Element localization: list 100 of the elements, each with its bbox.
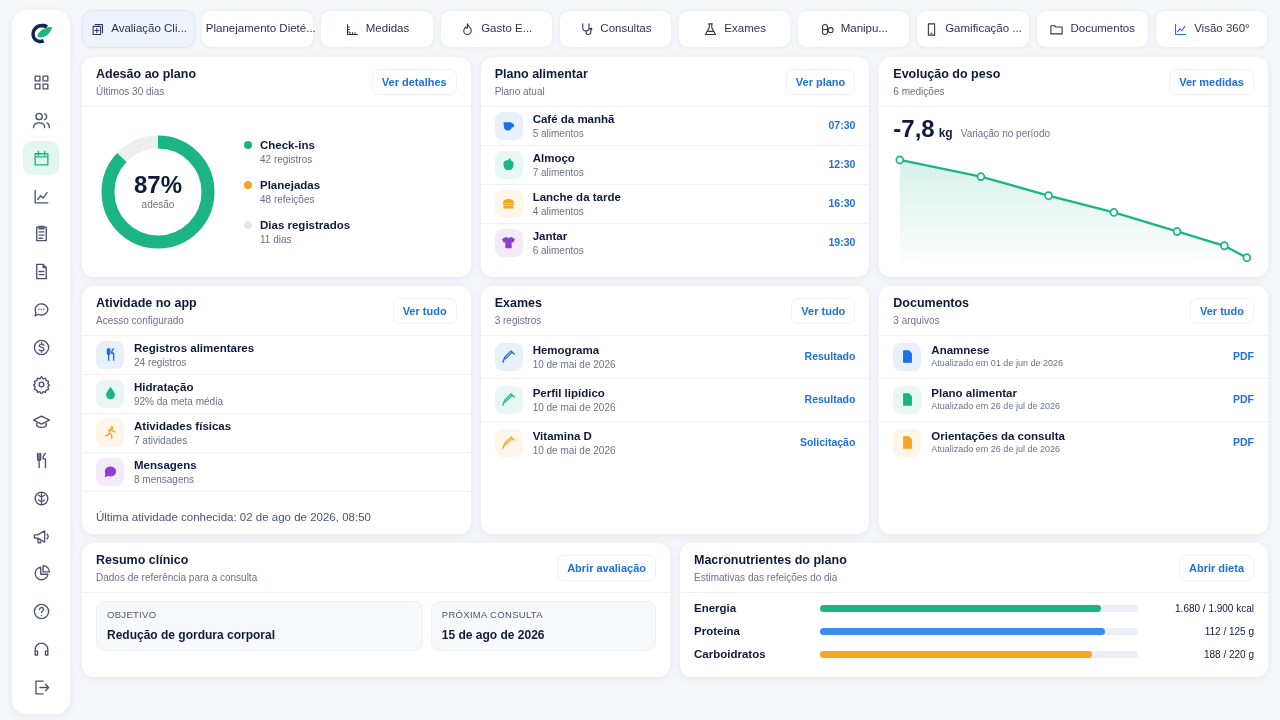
weight-unit: kg bbox=[938, 124, 953, 142]
card-subtitle: Dados de referência para a consulta bbox=[96, 570, 258, 585]
exam-date: 10 de mai de 2026 bbox=[532, 443, 616, 457]
activity-name: Atividades físicas bbox=[134, 418, 232, 434]
tab[interactable]: Planejamento Dieté... bbox=[201, 10, 315, 48]
tab[interactable]: Gasto E... bbox=[439, 10, 553, 48]
macro-reading: 188 / 220 g bbox=[1202, 647, 1254, 661]
action-button[interactable]: Abrir avaliação bbox=[557, 554, 656, 582]
tab[interactable]: Exames bbox=[678, 10, 792, 48]
field-label: OBJETIVO bbox=[107, 607, 158, 622]
meal-time: 19:30 bbox=[828, 234, 856, 250]
users-icon bbox=[31, 111, 51, 130]
tab[interactable]: Manipu... bbox=[797, 10, 911, 48]
data-point bbox=[1044, 191, 1054, 200]
legend-label: Check-ins bbox=[260, 137, 315, 153]
document-updated: Atualizado em 26 de jul de 2026 bbox=[931, 444, 1061, 457]
action-button[interactable]: Ver tudo bbox=[791, 297, 856, 325]
field-label: PRÓXIMA CONSULTA bbox=[441, 607, 544, 622]
exam-link[interactable]: Solicitação bbox=[799, 434, 856, 451]
tab[interactable]: Avaliação Cli... bbox=[82, 10, 196, 48]
tab[interactable]: Medidas bbox=[320, 10, 434, 48]
document-updated: Atualizado em 26 de jul de 2026 bbox=[931, 401, 1060, 414]
document-name: Plano alimentar bbox=[931, 386, 1018, 402]
pdf-link[interactable]: PDF bbox=[1233, 348, 1254, 365]
action-button[interactable]: Ver tudo bbox=[392, 297, 457, 325]
meal-detail: 4 alimentos bbox=[532, 204, 585, 218]
percent-label: adesão bbox=[140, 197, 176, 212]
flask-icon bbox=[703, 21, 719, 37]
meal-detail: 5 alimentos bbox=[532, 126, 585, 140]
meal-detail: 6 alimentos bbox=[532, 243, 584, 257]
activity-detail: 24 registros bbox=[134, 355, 188, 369]
action-button[interactable]: Ver tudo bbox=[1189, 297, 1254, 325]
activity-name: Mensagens bbox=[134, 457, 197, 473]
exam-name: Perfil lipídico bbox=[532, 385, 606, 401]
card-title: Atividade no app bbox=[96, 295, 197, 312]
card-title: Plano alimentar bbox=[494, 66, 588, 83]
action-button[interactable]: Abrir dieta bbox=[1179, 554, 1254, 582]
exam-date: 10 de mai de 2026 bbox=[532, 357, 616, 371]
meal-name: Jantar bbox=[532, 228, 569, 244]
calendar-icon bbox=[31, 148, 51, 168]
last-activity-text: Última atividade conhecida: 02 de ago de 2026, 08:50 bbox=[95, 509, 372, 525]
exam-link[interactable]: Resultado bbox=[804, 348, 856, 365]
meal-time: 12:30 bbox=[828, 156, 856, 172]
data-point bbox=[895, 155, 905, 165]
data-point bbox=[1110, 207, 1119, 217]
activity-name: Registros alimentares bbox=[134, 340, 255, 356]
exam-link[interactable]: Resultado bbox=[804, 391, 856, 408]
macro-reading: 112 / 125 g bbox=[1203, 624, 1254, 638]
help-icon bbox=[31, 602, 51, 622]
pills-icon bbox=[819, 21, 835, 37]
card-title: Resumo clínico bbox=[96, 552, 190, 569]
card-subtitle: Acesso configurado bbox=[96, 313, 185, 328]
settings-icon bbox=[31, 375, 51, 395]
percent-value: 87% bbox=[134, 172, 182, 197]
data-point bbox=[977, 171, 986, 181]
dollar-icon bbox=[31, 337, 51, 357]
card-subtitle: Últimos 30 dias bbox=[96, 84, 166, 99]
ruler-icon bbox=[344, 21, 360, 37]
activity-detail: 92% da meta média bbox=[134, 394, 223, 408]
action-button[interactable]: Ver detalhes bbox=[371, 68, 457, 96]
document-updated: Atualizado em 01 de jun de 2026 bbox=[931, 358, 1063, 371]
meal-time: 07:30 bbox=[828, 117, 856, 133]
headset-icon bbox=[31, 639, 51, 659]
macro-name: Carboidratos bbox=[694, 646, 767, 662]
weight-change: -7,8 bbox=[893, 116, 935, 141]
stethoscope-icon bbox=[579, 21, 595, 37]
legend-detail: 42 registros bbox=[260, 152, 314, 166]
exam-name: Vitamina D bbox=[532, 428, 593, 444]
clipboard-plus-icon bbox=[90, 21, 106, 37]
card-subtitle: Estimativas das refeições do dia bbox=[694, 570, 839, 585]
card-title: Macronutrientes do plano bbox=[694, 552, 847, 569]
legend-detail: 48 refeições bbox=[260, 192, 316, 206]
ring-track bbox=[117, 135, 159, 163]
legend-detail: 11 dias bbox=[260, 232, 293, 246]
card-title: Evolução do peso bbox=[893, 66, 1001, 83]
tab[interactable]: Gamificação ... bbox=[916, 10, 1030, 48]
exam-name: Hemograma bbox=[532, 342, 601, 358]
change-label: Variação no período bbox=[960, 126, 1051, 141]
macro-name: Energia bbox=[694, 600, 738, 616]
tab[interactable]: Consultas bbox=[558, 10, 672, 48]
data-point bbox=[1173, 226, 1182, 236]
card-subtitle: 6 medições bbox=[893, 84, 946, 99]
meal-name: Almoço bbox=[532, 150, 576, 166]
activity-name: Hidratação bbox=[134, 379, 195, 395]
grid-icon bbox=[31, 73, 51, 93]
tab[interactable]: Documentos bbox=[1035, 10, 1149, 48]
legend-label: Planejadas bbox=[260, 177, 321, 193]
card-subtitle: Plano atual bbox=[494, 84, 546, 99]
legend-label: Dias registrados bbox=[260, 217, 351, 233]
pdf-link[interactable]: PDF bbox=[1233, 434, 1254, 451]
card-title: Exames bbox=[494, 295, 542, 312]
action-button[interactable]: Ver medidas bbox=[1169, 68, 1254, 96]
data-point bbox=[1242, 253, 1252, 262]
action-button[interactable]: Ver plano bbox=[785, 68, 856, 96]
tab[interactable]: Visão 360° bbox=[1154, 10, 1269, 48]
document-name: Orientações da consulta bbox=[931, 429, 1065, 445]
macro-reading: 1.680 / 1.900 kcal bbox=[1174, 601, 1254, 615]
line-chart-icon bbox=[1173, 21, 1189, 37]
pdf-link[interactable]: PDF bbox=[1233, 391, 1254, 408]
exam-date: 10 de mai de 2026 bbox=[532, 400, 616, 414]
